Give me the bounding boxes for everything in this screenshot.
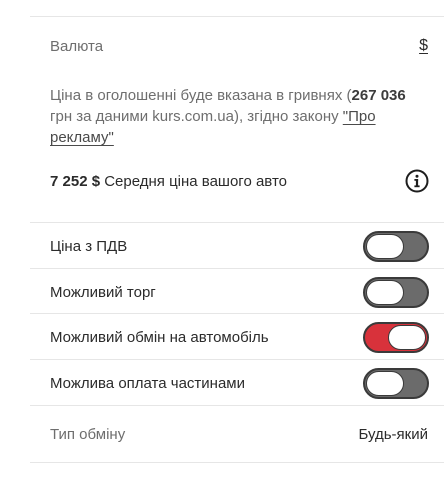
average-price-row: 7 252 $ Середня ціна вашого авто <box>50 166 429 196</box>
price-note-amount: 267 036 <box>351 87 406 104</box>
option-label-installments: Можлива оплата частинами <box>50 374 245 392</box>
info-circle-icon[interactable] <box>405 169 429 193</box>
toggle-installments[interactable] <box>363 367 429 399</box>
divider <box>30 222 444 223</box>
currency-row[interactable]: Валюта $ <box>50 32 428 60</box>
price-conversion-note: Ціна в оголошенні буде вказана в гривнях… <box>50 85 430 148</box>
option-row-car-exchange: Можливий обмін на автомобіль <box>50 319 429 355</box>
toggle-car-exchange[interactable] <box>363 321 429 353</box>
option-row-vat: Ціна з ПДВ <box>50 228 429 264</box>
exchange-type-label: Тип обміну <box>50 425 126 443</box>
divider <box>30 313 444 314</box>
top-divider <box>30 16 444 17</box>
toggle-knob <box>388 324 426 350</box>
currency-label: Валюта <box>50 37 104 55</box>
divider <box>30 268 444 269</box>
toggle-knob <box>366 233 404 259</box>
toggle-bargain[interactable] <box>363 276 429 308</box>
option-label-bargain: Можливий торг <box>50 283 156 301</box>
average-price-text: 7 252 $ Середня ціна вашого авто <box>50 173 287 190</box>
currency-selector[interactable]: $ <box>419 37 428 55</box>
option-row-bargain: Можливий торг <box>50 274 429 310</box>
divider <box>30 359 444 360</box>
exchange-type-select[interactable]: Будь-який <box>358 426 428 443</box>
toggle-vat[interactable] <box>363 230 429 262</box>
toggle-knob <box>366 279 404 305</box>
price-note-text-after: грн за даними kurs.com.ua), згідно закон… <box>50 108 343 125</box>
average-price-amount: 7 252 $ <box>50 172 101 190</box>
divider <box>30 405 444 406</box>
average-price-label: Середня ціна вашого авто <box>100 172 287 190</box>
option-label-car-exchange: Можливий обмін на автомобіль <box>50 328 269 346</box>
option-row-installments: Можлива оплата частинами <box>50 365 429 401</box>
option-label-vat: Ціна з ПДВ <box>50 237 128 255</box>
toggle-knob <box>366 370 404 396</box>
exchange-type-row[interactable]: Тип обміну Будь-який <box>50 420 428 448</box>
bottom-divider <box>30 462 444 463</box>
price-note-text-before: Ціна в оголошенні буде вказана в гривнях… <box>50 87 352 104</box>
